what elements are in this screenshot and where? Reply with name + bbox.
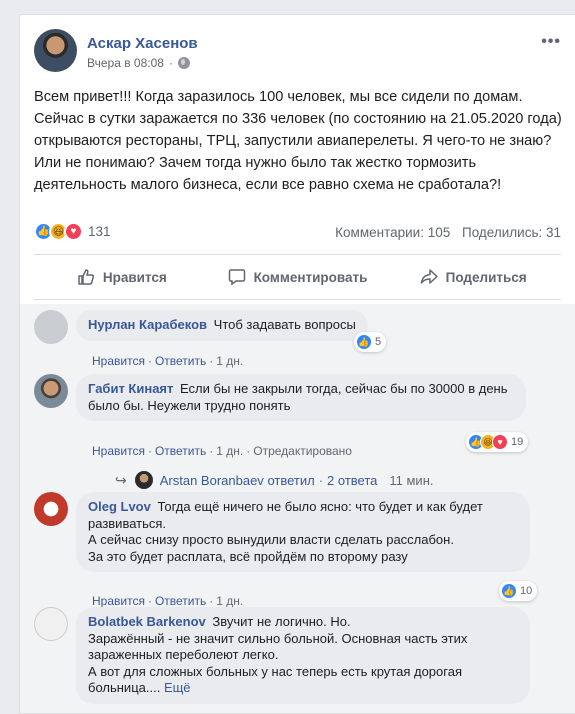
commenter-avatar[interactable] — [34, 374, 68, 408]
comment-button-label: Комментировать — [253, 269, 368, 285]
comment-like-link[interactable]: Нравится — [92, 354, 145, 368]
replies-time: 11 мин. — [389, 472, 434, 488]
post-reactions[interactable]: 👍 😆 ♥ 131 — [34, 222, 111, 241]
love-reaction-icon: ♥ — [64, 222, 83, 241]
globe-icon[interactable] — [177, 57, 190, 69]
replied-label: ответил — [267, 472, 315, 488]
comment-time[interactable]: 1 дн. — [216, 354, 243, 368]
comment-text-line: За это будет расплата, всё пройдём по вт… — [88, 548, 408, 564]
comment-text-line: Звучит не логично. Но. — [212, 614, 351, 629]
comment-like-link[interactable]: Нравится — [92, 594, 145, 608]
more-options-button[interactable]: ••• — [541, 33, 561, 51]
comment-reactions[interactable]: 👍 😆 ♥ 19 — [466, 432, 529, 452]
comment-bubble: Габит Кинаят Если бы не закрыли тогда, с… — [76, 374, 526, 421]
view-replies-link[interactable]: ↪ Arstan Boranbaev ответил · 2 ответа 11… — [115, 471, 434, 489]
comment-links: Нравится · Ответить · 1 дн. — [92, 354, 244, 368]
post-card: Аскар Хасенов Вчера в 08:08 · ••• Всем п… — [19, 14, 575, 714]
comment-reactions[interactable]: 👍 5 — [354, 332, 387, 352]
commenter-name[interactable]: Нурлан Карабеков — [88, 317, 207, 332]
like-button[interactable]: Нравится — [34, 258, 210, 296]
author-avatar[interactable] — [34, 29, 77, 72]
comment-time[interactable]: 1 дн. — [216, 594, 243, 608]
divider — [34, 254, 561, 255]
commenter-avatar[interactable] — [34, 310, 68, 344]
post-meta: Вчера в 08:08 · — [87, 56, 190, 70]
share-icon — [420, 269, 438, 284]
comment-icon — [228, 269, 245, 286]
comment-time[interactable]: 1 дн. — [216, 444, 243, 458]
replier-avatar — [134, 471, 153, 489]
reply-arrow-icon: ↪ — [115, 471, 127, 488]
commenter-avatar[interactable] — [34, 492, 68, 526]
shares-count-link[interactable]: Поделились: 31 — [462, 225, 561, 240]
post-timestamp[interactable]: Вчера в 08:08 — [87, 56, 164, 70]
replier-name: Arstan Boranbaev — [159, 472, 264, 488]
comment-reply-link[interactable]: Ответить — [155, 444, 206, 458]
comment-reaction-count: 5 — [375, 336, 382, 348]
comment-text: Чтоб задавать вопросы — [213, 317, 356, 332]
comment-reply-link[interactable]: Ответить — [155, 594, 206, 608]
comment-links: Нравится · Ответить · 1 дн. — [92, 594, 244, 608]
comment-bubble: Нурлан Карабеков Чтоб задавать вопросы — [76, 310, 368, 341]
post-stats: Комментарии: 105 Поделились: 31 — [327, 225, 561, 240]
post-text: Всем привет!!! Когда заразилось 100 чело… — [34, 89, 562, 193]
edited-label[interactable]: Отредактировано — [253, 444, 352, 458]
comment-text-line: А сейчас снизу просто вынудили власти сд… — [88, 532, 454, 547]
comment-bubble: Bolatbek Barkenov Звучит не логично. Но.… — [76, 607, 530, 704]
share-button-label: Поделиться — [445, 269, 527, 285]
love-reaction-icon: ♥ — [492, 434, 508, 450]
comments-count-link[interactable]: Комментарии: 105 — [335, 225, 450, 240]
reaction-count[interactable]: 131 — [88, 224, 111, 239]
commenter-avatar[interactable] — [34, 607, 68, 641]
comment-text-line: А вот для сложных больных у нас теперь е… — [88, 663, 462, 696]
share-button[interactable]: Поделиться — [385, 258, 561, 296]
comment-bubble: Oleg Lvov Тогда ещё ничего не было ясно:… — [76, 492, 530, 572]
comment-reaction-count: 19 — [511, 436, 524, 448]
post-actions: Нравится Комментировать Поделиться — [34, 258, 561, 296]
comment-links: Нравится · Ответить · 1 дн. · Отредактировано — [92, 444, 352, 458]
like-reaction-icon: 👍 — [356, 334, 372, 350]
like-button-label: Нравится — [102, 269, 167, 285]
comment-like-link[interactable]: Нравится — [92, 444, 145, 458]
like-reaction-icon: 👍 — [501, 583, 517, 599]
thumbs-up-icon — [78, 269, 94, 285]
replies-count: 2 ответа — [327, 472, 378, 488]
comment-reactions[interactable]: 👍 10 — [499, 581, 538, 601]
commenter-name[interactable]: Bolatbek Barkenov — [88, 614, 206, 629]
comment-reaction-count: 10 — [520, 585, 533, 597]
comment-reply-link[interactable]: Ответить — [155, 354, 206, 368]
commenter-name[interactable]: Габит Кинаят — [88, 381, 173, 396]
meta-separator: · — [168, 56, 173, 70]
comment-text-line: Заражённый - не значит сильно больной. О… — [88, 630, 468, 663]
post-author[interactable]: Аскар Хасенов — [87, 35, 198, 52]
comment-button[interactable]: Комментировать — [210, 258, 386, 296]
divider — [34, 299, 561, 300]
see-more-link[interactable]: Ещё — [164, 680, 191, 695]
commenter-name[interactable]: Oleg Lvov — [88, 499, 151, 514]
